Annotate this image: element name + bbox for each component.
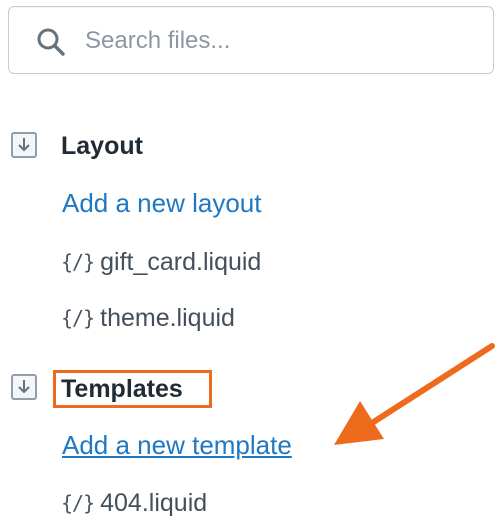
folder-download-icon[interactable] xyxy=(10,373,38,401)
add-new-template-link[interactable]: Add a new template xyxy=(62,429,292,461)
file-name: 404.liquid xyxy=(100,489,208,517)
file-item[interactable]: {/} theme.liquid xyxy=(61,303,235,333)
search-icon xyxy=(37,28,65,56)
section-title-templates: Templates xyxy=(61,375,183,403)
annotation-arrow-icon xyxy=(334,343,495,445)
code-file-icon: {/} xyxy=(61,491,95,515)
add-new-layout-link[interactable]: Add a new layout xyxy=(62,187,261,219)
search-input[interactable] xyxy=(85,21,475,61)
search-box[interactable] xyxy=(8,6,494,74)
folder-download-icon[interactable] xyxy=(10,131,38,159)
file-name: gift_card.liquid xyxy=(100,248,262,276)
file-item[interactable]: {/} gift_card.liquid xyxy=(61,247,261,277)
code-file-icon: {/} xyxy=(61,306,95,330)
code-file-icon: {/} xyxy=(61,250,95,274)
section-title-layout: Layout xyxy=(61,132,143,160)
file-item[interactable]: {/} 404.liquid xyxy=(61,488,207,518)
file-name: theme.liquid xyxy=(100,304,235,332)
